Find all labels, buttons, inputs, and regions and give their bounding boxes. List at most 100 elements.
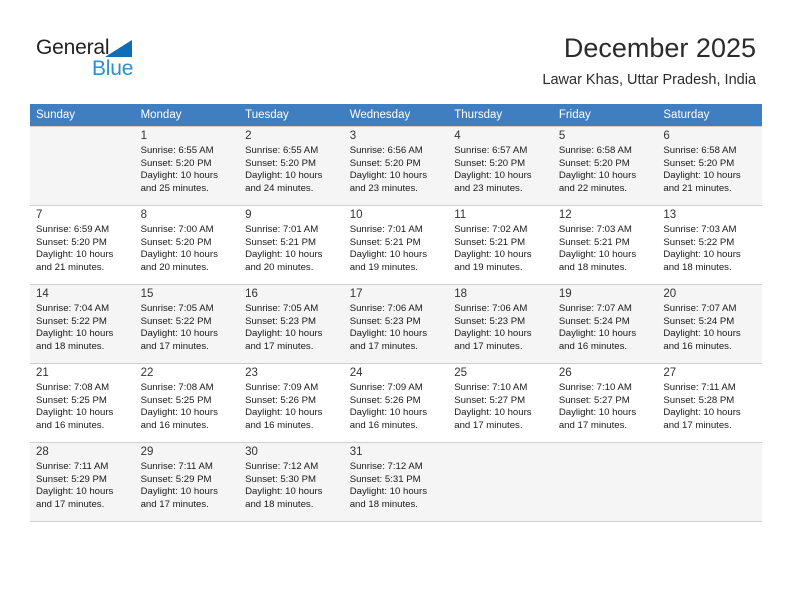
calendar-day-cell[interactable]: 25 Sunrise: 7:10 AM Sunset: 5:27 PM Dayligh… — [448, 363, 553, 443]
calendar-day-cell[interactable]: 14 Sunrise: 7:04 AM Sunset: 5:22 PM Dayligh… — [30, 284, 135, 364]
calendar-day-cell[interactable]: 30 Sunrise: 7:12 AM Sunset: 5:30 PM Dayligh… — [239, 442, 344, 522]
day-number: 19 — [558, 288, 572, 300]
calendar-day-cell[interactable]: 12 Sunrise: 7:03 AM Sunset: 5:21 PM Dayligh… — [552, 205, 658, 285]
calendar-day-cell[interactable]: 16 Sunrise: 7:05 AM Sunset: 5:23 PM Dayligh… — [239, 284, 344, 364]
sunrise-text: Sunrise: 7:11 AM — [663, 382, 736, 393]
daylight-text-line2: and 17 minutes. — [245, 340, 314, 352]
sunset-text: Sunset: 5:21 PM — [245, 236, 317, 248]
calendar-day-cell[interactable]: 11 Sunrise: 7:02 AM Sunset: 5:21 PM Dayligh… — [448, 205, 553, 285]
daylight-text-line1: Daylight: 10 hours — [140, 486, 218, 498]
day-number: 15 — [140, 288, 154, 300]
day-number: 23 — [245, 367, 258, 379]
day-number: 14 — [36, 288, 49, 300]
calendar-day-cell[interactable]: 2 Sunrise: 6:55 AM Sunset: 5:20 PM Daylight… — [239, 126, 344, 206]
calendar-cell-empty — [448, 442, 553, 522]
sun-info: Sunrise: 7:09 AM Sunset: 5:26 PM Daylight:… — [350, 382, 444, 432]
calendar-day-cell[interactable]: 15 Sunrise: 7:05 AM Sunset: 5:22 PM Dayligh… — [134, 284, 240, 364]
daylight-text-line1: Daylight: 10 hours — [349, 249, 428, 261]
daylight-text-line2: and 18 minutes. — [245, 498, 314, 510]
daylight-text-line2: and 17 minutes. — [663, 419, 732, 431]
day-number: 11 — [454, 209, 467, 221]
weekday-header-thursday: Thursday — [448, 104, 553, 127]
day-number: 6 — [663, 130, 670, 142]
sunset-text: Sunset: 5:27 PM — [454, 394, 526, 406]
calendar-day-cell[interactable]: 29 Sunrise: 7:11 AM Sunset: 5:29 PM Dayligh… — [134, 442, 240, 522]
calendar-day-cell[interactable]: 24 Sunrise: 7:09 AM Sunset: 5:26 PM Dayligh… — [343, 363, 449, 443]
sunset-text: Sunset: 5:25 PM — [140, 394, 212, 406]
sunrise-text: Sunrise: 7:06 AM — [454, 303, 528, 314]
daylight-text-line1: Daylight: 10 hours — [36, 407, 114, 419]
sun-info: Sunrise: 7:06 AM Sunset: 5:23 PM Daylight:… — [454, 303, 548, 353]
daylight-text-line2: and 16 minutes. — [663, 340, 732, 352]
calendar-day-cell[interactable]: 8 Sunrise: 7:00 AM Sunset: 5:20 PM Daylight… — [134, 205, 240, 285]
daylight-text-line1: Daylight: 10 hours — [245, 328, 323, 340]
calendar-day-cell[interactable]: 3 Sunrise: 6:56 AM Sunset: 5:20 PM Daylight… — [343, 126, 449, 206]
calendar-day-cell[interactable]: 17 Sunrise: 7:06 AM Sunset: 5:23 PM Dayligh… — [343, 284, 449, 364]
calendar-day-cell[interactable]: 18 Sunrise: 7:06 AM Sunset: 5:23 PM Dayligh… — [448, 284, 553, 364]
day-cell-content: 30 Sunrise: 7:12 AM Sunset: 5:30 PM Dayligh… — [239, 443, 344, 521]
sunset-text: Sunset: 5:30 PM — [245, 473, 317, 485]
sun-info: Sunrise: 7:11 AM Sunset: 5:28 PM Daylight:… — [663, 382, 757, 432]
daylight-text-line1: Daylight: 10 hours — [140, 407, 218, 419]
page-subtitle: Lawar Khas, Uttar Pradesh, India — [542, 72, 756, 88]
day-number: 7 — [36, 209, 43, 221]
sunset-text: Sunset: 5:29 PM — [140, 473, 212, 485]
day-cell-content: 28 Sunrise: 7:11 AM Sunset: 5:29 PM Dayligh… — [30, 443, 135, 521]
sunset-text: Sunset: 5:20 PM — [558, 157, 630, 169]
day-cell-content: 25 Sunrise: 7:10 AM Sunset: 5:27 PM Dayligh… — [448, 364, 553, 442]
daylight-text-line1: Daylight: 10 hours — [454, 170, 532, 182]
calendar-day-cell[interactable]: 13 Sunrise: 7:03 AM Sunset: 5:22 PM Dayligh… — [657, 205, 762, 285]
sunset-text: Sunset: 5:25 PM — [36, 394, 107, 406]
daylight-text-line2: and 20 minutes. — [245, 261, 314, 273]
sunset-text: Sunset: 5:23 PM — [454, 315, 526, 327]
calendar-day-cell[interactable]: 26 Sunrise: 7:10 AM Sunset: 5:27 PM Dayligh… — [552, 363, 658, 443]
calendar-day-cell[interactable]: 22 Sunrise: 7:08 AM Sunset: 5:25 PM Dayligh… — [134, 363, 240, 443]
sun-info: Sunrise: 7:00 AM Sunset: 5:20 PM Daylight:… — [141, 224, 235, 274]
calendar-day-cell[interactable]: 27 Sunrise: 7:11 AM Sunset: 5:28 PM Dayligh… — [657, 363, 762, 443]
calendar-day-cell[interactable]: 20 Sunrise: 7:07 AM Sunset: 5:24 PM Dayligh… — [657, 284, 762, 364]
daylight-text-line1: Daylight: 10 hours — [140, 249, 218, 261]
day-number: 2 — [245, 130, 252, 142]
sun-info: Sunrise: 6:58 AM Sunset: 5:20 PM Daylight:… — [663, 145, 757, 195]
calendar-day-cell[interactable]: 21 Sunrise: 7:08 AM Sunset: 5:25 PM Dayligh… — [30, 363, 135, 443]
calendar-day-cell[interactable]: 19 Sunrise: 7:07 AM Sunset: 5:24 PM Dayligh… — [552, 284, 658, 364]
day-number: 18 — [454, 288, 468, 300]
day-number: 29 — [140, 446, 154, 458]
day-number: 12 — [558, 209, 572, 221]
day-number: 22 — [140, 367, 154, 379]
sunrise-text: Sunrise: 7:06 AM — [349, 303, 423, 314]
sunrise-text: Sunrise: 7:01 AM — [349, 224, 423, 235]
calendar-day-cell[interactable]: 10 Sunrise: 7:01 AM Sunset: 5:21 PM Dayligh… — [343, 205, 449, 285]
calendar-day-cell[interactable]: 7 Sunrise: 6:59 AM Sunset: 5:20 PM Daylight… — [30, 205, 135, 285]
weekday-header-sunday: Sunday — [30, 104, 135, 127]
calendar-cell-empty — [552, 442, 658, 522]
calendar-day-cell[interactable]: 4 Sunrise: 6:57 AM Sunset: 5:20 PM Daylight… — [448, 126, 553, 206]
daylight-text-line1: Daylight: 10 hours — [663, 407, 741, 419]
sunrise-text: Sunrise: 7:03 AM — [663, 224, 737, 235]
sunset-text: Sunset: 5:27 PM — [558, 394, 630, 406]
day-number: 16 — [245, 288, 258, 300]
sun-info: Sunrise: 7:07 AM Sunset: 5:24 PM Daylight:… — [559, 303, 653, 353]
calendar-day-cell[interactable]: 5 Sunrise: 6:58 AM Sunset: 5:20 PM Daylight… — [552, 126, 658, 206]
sunrise-text: Sunrise: 7:05 AM — [245, 303, 319, 314]
sunrise-text: Sunrise: 7:04 AM — [36, 303, 110, 314]
calendar-week-row: 21 Sunrise: 7:08 AM Sunset: 5:25 PM Dayligh… — [30, 363, 762, 443]
day-cell-content: 23 Sunrise: 7:09 AM Sunset: 5:26 PM Dayligh… — [239, 364, 344, 442]
calendar-day-cell[interactable]: 6 Sunrise: 6:58 AM Sunset: 5:20 PM Daylight… — [657, 126, 762, 206]
sunset-text: Sunset: 5:22 PM — [36, 315, 107, 327]
daylight-text-line1: Daylight: 10 hours — [36, 328, 114, 340]
sun-info: Sunrise: 7:12 AM Sunset: 5:30 PM Daylight:… — [245, 461, 339, 511]
day-number: 17 — [349, 288, 363, 300]
calendar-day-cell[interactable]: 1 Sunrise: 6:55 AM Sunset: 5:20 PM Daylight… — [134, 126, 240, 206]
calendar-day-cell[interactable]: 28 Sunrise: 7:11 AM Sunset: 5:29 PM Dayligh… — [30, 442, 135, 522]
calendar-day-cell[interactable]: 31 Sunrise: 7:12 AM Sunset: 5:31 PM Dayligh… — [343, 442, 449, 522]
calendar-week-row: 28 Sunrise: 7:11 AM Sunset: 5:29 PM Dayligh… — [30, 442, 762, 522]
daylight-text-line1: Daylight: 10 hours — [349, 170, 428, 182]
sunrise-text: Sunrise: 7:09 AM — [349, 382, 423, 393]
sunset-text: Sunset: 5:24 PM — [558, 315, 630, 327]
sunset-text: Sunset: 5:22 PM — [663, 236, 735, 248]
calendar-day-cell[interactable]: 9 Sunrise: 7:01 AM Sunset: 5:21 PM Daylight… — [239, 205, 344, 285]
daylight-text-line1: Daylight: 10 hours — [140, 170, 218, 182]
calendar-day-cell[interactable]: 23 Sunrise: 7:09 AM Sunset: 5:26 PM Dayligh… — [239, 363, 344, 443]
logo-text-blue: Blue — [92, 57, 134, 80]
